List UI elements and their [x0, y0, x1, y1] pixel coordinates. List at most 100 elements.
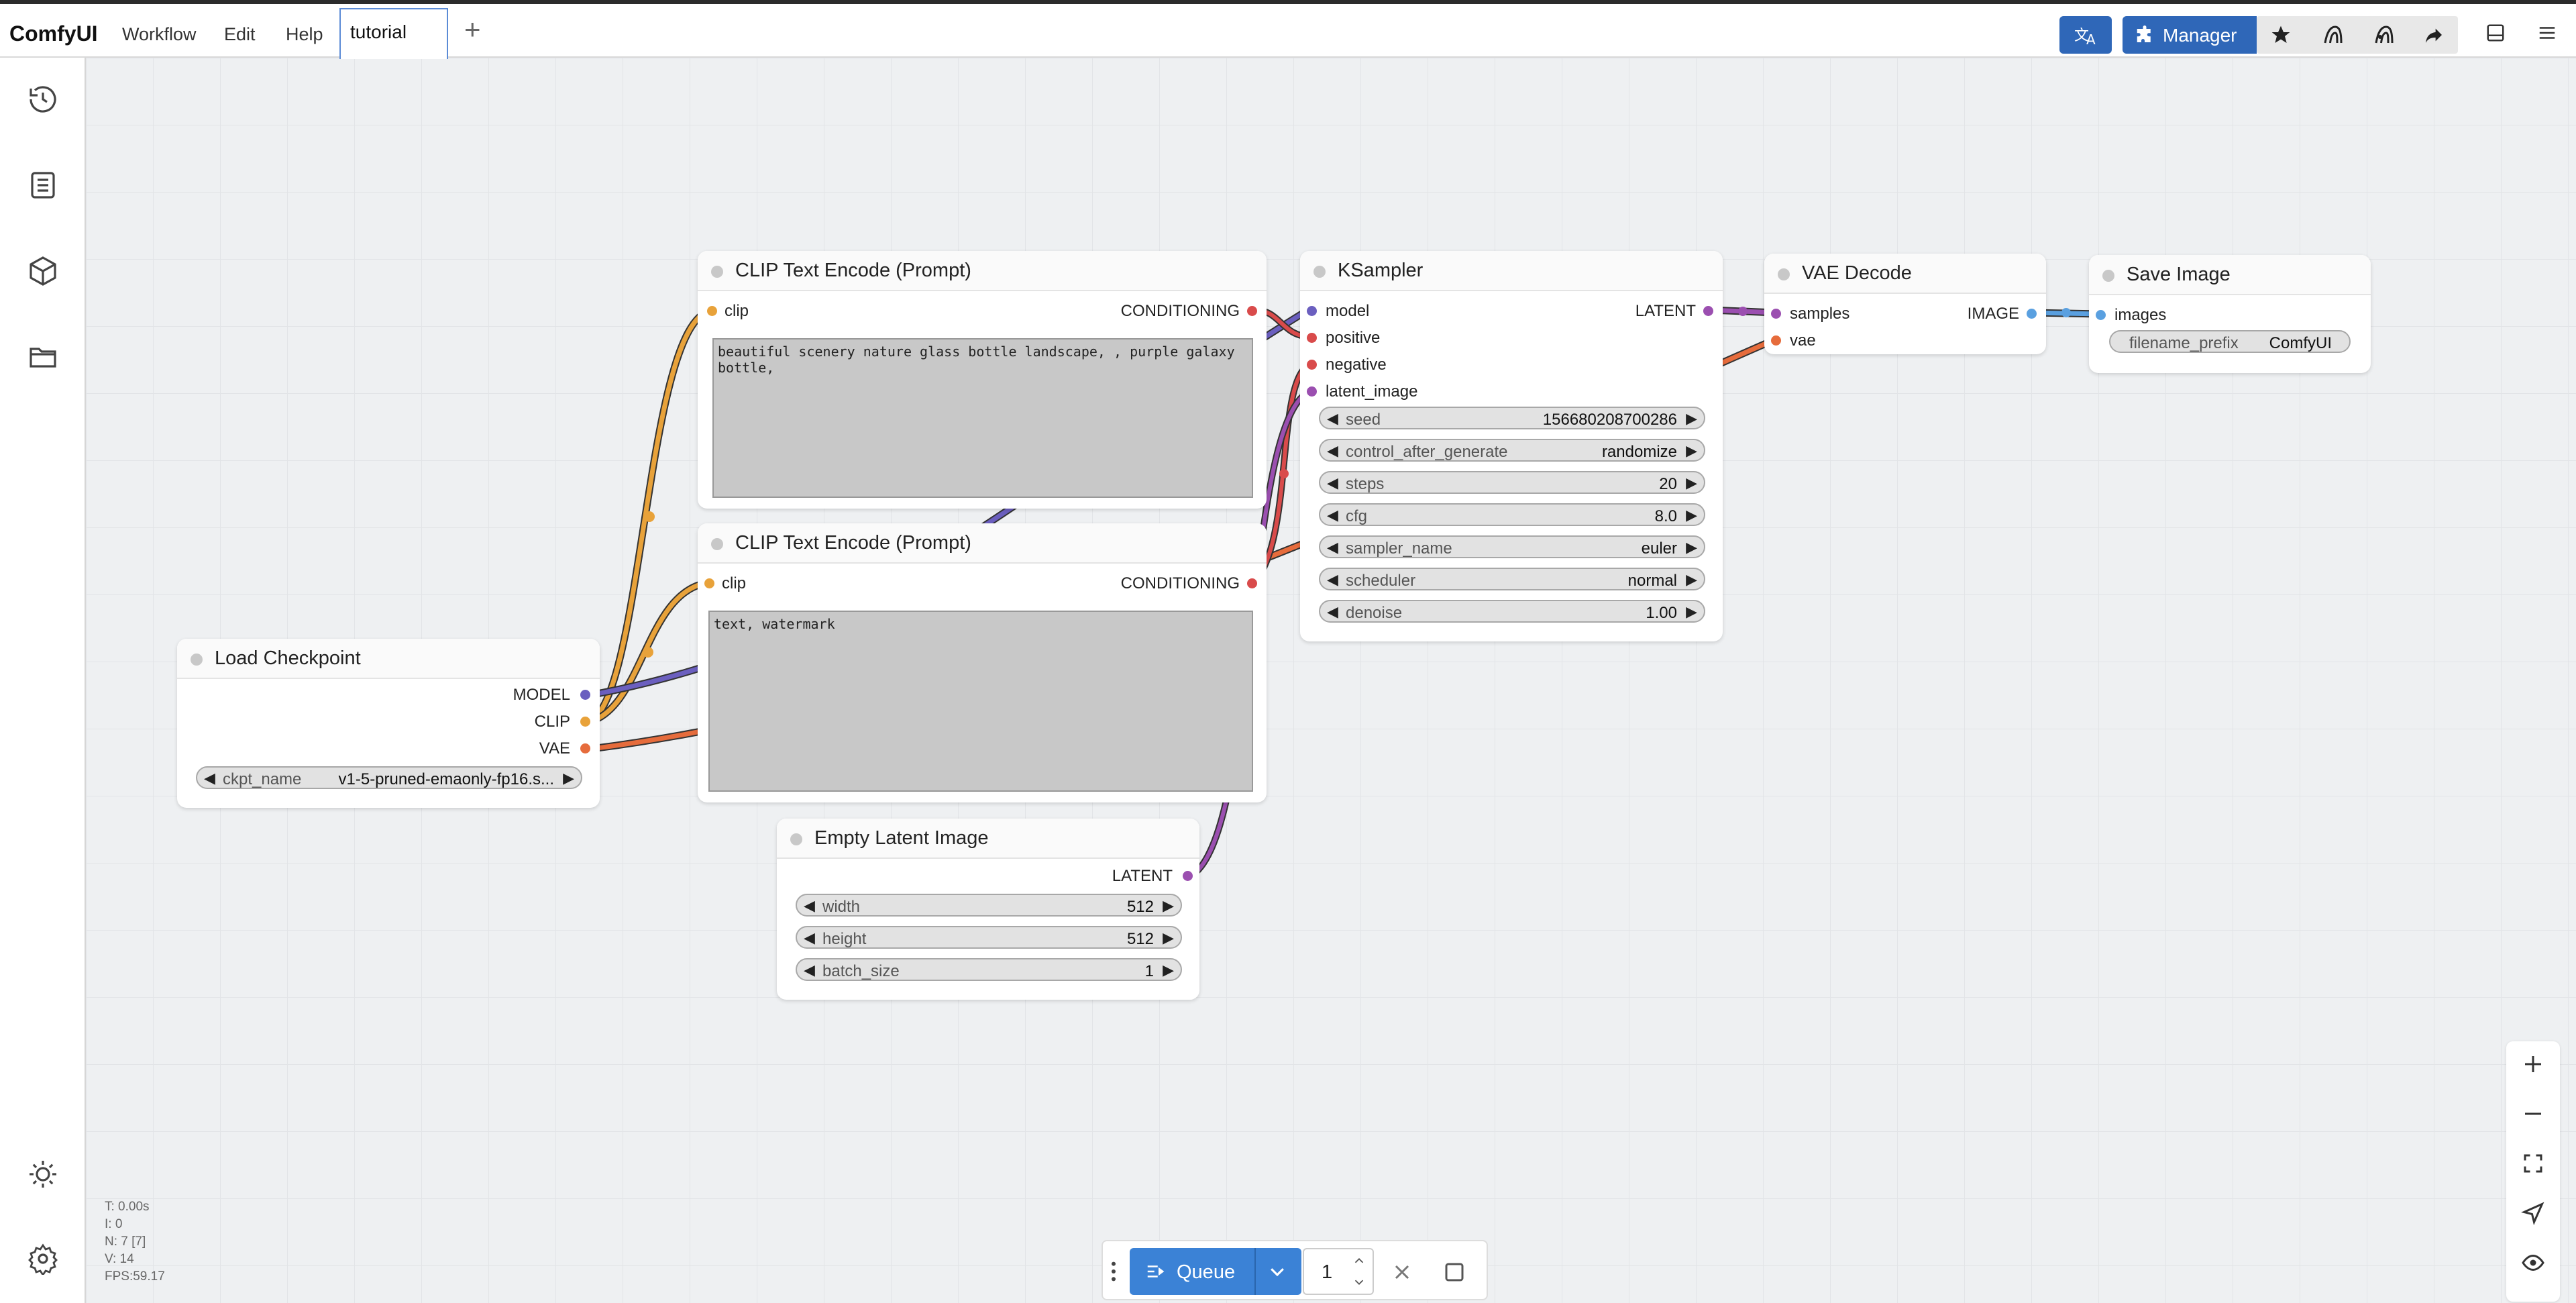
collapse-dot[interactable] [1778, 268, 1790, 280]
comfy-registry-alt-icon[interactable] [2372, 23, 2396, 47]
increment-arrow[interactable]: ▶ [1686, 571, 1697, 588]
input-port-latent-image[interactable] [1307, 386, 1317, 397]
node-vae-decode[interactable]: VAE Decode samples vae IMAGE [1764, 254, 2046, 354]
queue-button[interactable]: Queue [1130, 1248, 1301, 1295]
output-port-model[interactable] [580, 690, 590, 700]
chevron-down-icon[interactable] [1267, 1261, 1288, 1282]
decrement-icon[interactable] [1351, 1275, 1367, 1290]
cancel-icon[interactable] [1390, 1260, 1414, 1284]
decrement-arrow[interactable]: ◀ [804, 929, 815, 947]
node-load-checkpoint[interactable]: Load Checkpoint MODEL CLIP VAE ◀ ckpt_na… [177, 639, 600, 808]
increment-arrow[interactable]: ▶ [1686, 410, 1697, 427]
decrement-arrow[interactable]: ◀ [1327, 474, 1338, 492]
widget-sampler-name[interactable]: ◀ sampler_name euler ▶ [1319, 535, 1705, 558]
decrement-arrow[interactable]: ◀ [804, 961, 815, 979]
output-port-latent[interactable] [1703, 306, 1713, 316]
manager-button[interactable]: Manager [2123, 16, 2257, 54]
zoom-in-icon[interactable] [2521, 1052, 2545, 1076]
collapse-dot[interactable] [711, 266, 723, 278]
node-header[interactable]: CLIP Text Encode (Prompt) [698, 251, 1267, 291]
workflow-tab[interactable]: tutorial [339, 8, 448, 59]
new-tab-button[interactable]: + [464, 13, 481, 46]
node-header[interactable]: CLIP Text Encode (Prompt) [698, 523, 1267, 564]
collapse-dot[interactable] [2102, 270, 2114, 282]
output-port-latent[interactable] [1183, 871, 1193, 881]
eye-icon[interactable] [2521, 1251, 2545, 1275]
input-port-samples[interactable] [1771, 309, 1781, 319]
decrement-arrow[interactable]: ◀ [1327, 410, 1338, 427]
collapse-dot[interactable] [191, 654, 203, 666]
fit-view-icon[interactable] [2521, 1151, 2545, 1176]
history-icon[interactable] [27, 83, 59, 115]
increment-arrow[interactable]: ▶ [1686, 474, 1697, 492]
output-port-clip[interactable] [580, 717, 590, 727]
output-port-conditioning[interactable] [1247, 578, 1257, 588]
translate-button[interactable]: 文 A [2059, 16, 2112, 54]
node-header[interactable]: VAE Decode [1764, 254, 2046, 294]
batch-count-input[interactable]: 1 [1303, 1248, 1374, 1295]
input-port-positive[interactable] [1307, 333, 1317, 343]
node-header[interactable]: Save Image [2089, 255, 2371, 295]
node-header[interactable]: Load Checkpoint [177, 639, 600, 679]
model-library-icon[interactable] [27, 255, 59, 287]
widget-filename-prefix[interactable]: filename_prefix ComfyUI [2109, 330, 2351, 353]
increment-arrow[interactable]: ▶ [1686, 507, 1697, 524]
increment-icon[interactable] [1351, 1253, 1367, 1268]
queue-list-icon[interactable] [27, 169, 59, 201]
node-clip-text-encode-positive[interactable]: CLIP Text Encode (Prompt) clip CONDITION… [698, 251, 1267, 509]
increment-arrow[interactable]: ▶ [1686, 442, 1697, 460]
collapse-dot[interactable] [711, 538, 723, 550]
increment-arrow[interactable]: ▶ [1163, 929, 1174, 947]
input-port-vae[interactable] [1771, 335, 1781, 346]
increment-arrow[interactable]: ▶ [1163, 897, 1174, 915]
output-port-conditioning[interactable] [1247, 306, 1257, 316]
clear-queue-icon[interactable] [1442, 1260, 1466, 1284]
input-port-clip[interactable] [707, 306, 717, 316]
widget-height[interactable]: ◀ height 512 ▶ [796, 926, 1182, 949]
input-port-images[interactable] [2096, 310, 2106, 320]
hamburger-menu-icon[interactable] [2536, 23, 2559, 43]
widget-width[interactable]: ◀ width 512 ▶ [796, 894, 1182, 917]
input-port-clip[interactable] [704, 578, 714, 588]
theme-toggle-icon[interactable] [27, 1158, 59, 1190]
increment-arrow[interactable]: ▶ [1163, 961, 1174, 979]
node-clip-text-encode-negative[interactable]: CLIP Text Encode (Prompt) clip CONDITION… [698, 523, 1267, 802]
prompt-textarea[interactable]: text, watermark [708, 611, 1253, 792]
workflows-folder-icon[interactable] [27, 341, 59, 373]
menu-workflow[interactable]: Workflow [122, 24, 197, 45]
decrement-arrow[interactable]: ◀ [1327, 507, 1338, 524]
collapse-dot[interactable] [790, 833, 802, 845]
settings-icon[interactable] [27, 1243, 59, 1275]
widget-control-after-generate[interactable]: ◀ control_after_generate randomize ▶ [1319, 439, 1705, 462]
widget-ckpt-name[interactable]: ◀ ckpt_name v1-5-pruned-emaonly-fp16.s..… [196, 766, 582, 789]
prompt-textarea[interactable]: beautiful scenery nature glass bottle la… [712, 338, 1253, 498]
input-port-model[interactable] [1307, 306, 1317, 316]
menu-help[interactable]: Help [286, 24, 323, 45]
node-save-image[interactable]: Save Image images filename_prefix ComfyU… [2089, 255, 2371, 373]
input-port-negative[interactable] [1307, 360, 1317, 370]
zoom-out-icon[interactable] [2521, 1102, 2545, 1126]
node-ksampler[interactable]: KSampler model positive negative latent_… [1300, 251, 1723, 641]
share-icon[interactable] [2423, 24, 2445, 46]
node-empty-latent-image[interactable]: Empty Latent Image LATENT ◀ width 512 ▶ ◀ he… [777, 819, 1199, 1000]
widget-steps[interactable]: ◀ steps 20 ▶ [1319, 471, 1705, 494]
node-header[interactable]: KSampler [1300, 251, 1723, 291]
decrement-arrow[interactable]: ◀ [1327, 442, 1338, 460]
output-port-vae[interactable] [580, 743, 590, 753]
widget-scheduler[interactable]: ◀ scheduler normal ▶ [1319, 568, 1705, 590]
locate-icon[interactable] [2521, 1201, 2545, 1225]
widget-batch-size[interactable]: ◀ batch_size 1 ▶ [796, 958, 1182, 981]
comfy-registry-icon[interactable] [2321, 23, 2345, 47]
increment-arrow[interactable]: ▶ [1686, 539, 1697, 556]
increment-arrow[interactable]: ▶ [1686, 603, 1697, 621]
menu-edit[interactable]: Edit [224, 24, 256, 45]
decrement-arrow[interactable]: ◀ [1327, 571, 1338, 588]
decrement-arrow[interactable]: ◀ [804, 897, 815, 915]
decrement-arrow[interactable]: ◀ [204, 770, 215, 787]
star-icon[interactable] [2270, 24, 2292, 46]
decrement-arrow[interactable]: ◀ [1327, 539, 1338, 556]
widget-seed[interactable]: ◀ seed 156680208700286 ▶ [1319, 407, 1705, 429]
output-port-image[interactable] [2027, 309, 2037, 319]
drag-handle-icon[interactable] [1110, 1260, 1118, 1283]
node-header[interactable]: Empty Latent Image [777, 819, 1199, 859]
